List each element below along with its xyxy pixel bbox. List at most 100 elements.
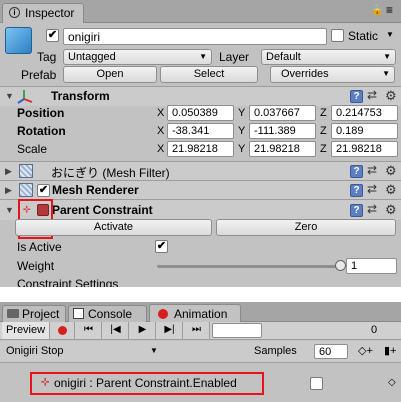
- tab-animation[interactable]: Animation: [149, 304, 241, 323]
- prefab-overrides-label: Overrides: [281, 68, 329, 80]
- play-icon: ▶: [138, 324, 147, 335]
- constraint-settings-label: Constraint Settings: [17, 277, 119, 287]
- add-keyframe-icon[interactable]: ◇+: [358, 344, 373, 357]
- prefab-open-button[interactable]: Open: [63, 66, 157, 83]
- prefab-overrides-dropdown[interactable]: Overrides ▼: [270, 66, 395, 83]
- active-checkbox[interactable]: ✔: [46, 29, 59, 42]
- tab-project-label: Project: [22, 307, 60, 321]
- first-frame-button[interactable]: ⏮: [76, 322, 102, 339]
- tab-project[interactable]: Project: [2, 305, 66, 322]
- preset-icon[interactable]: ⇄: [367, 163, 377, 177]
- rotation-z-axis: Z: [320, 125, 327, 137]
- rotation-x-field[interactable]: -38.341: [167, 123, 234, 139]
- mesh-renderer-icon: [19, 183, 33, 197]
- layer-dropdown[interactable]: Default ▼: [261, 49, 396, 65]
- tab-console[interactable]: Console: [68, 305, 147, 322]
- gear-icon[interactable]: ⚙: [385, 202, 397, 218]
- gear-icon[interactable]: ⚙: [385, 163, 397, 179]
- tag-dropdown[interactable]: Untagged ▼: [63, 49, 212, 65]
- preset-icon[interactable]: ⇄: [367, 88, 377, 102]
- is-active-label: Is Active: [17, 240, 62, 254]
- gameobject-cube-icon: [5, 27, 32, 54]
- rotation-label: Rotation: [17, 124, 66, 138]
- scale-z-field[interactable]: 21.98218: [331, 141, 398, 157]
- transform-axes-icon: [17, 90, 33, 104]
- preset-icon[interactable]: ⇄: [367, 202, 377, 216]
- fold-open-icon[interactable]: ▼: [5, 91, 14, 101]
- mesh-filter-header[interactable]: ▶ おにぎり (Mesh Filter) ? ⇄ ⚙: [0, 161, 401, 181]
- play-button[interactable]: ▶: [130, 322, 156, 339]
- menu-icon[interactable]: ≡: [386, 3, 393, 17]
- help-icon[interactable]: ?: [350, 90, 363, 103]
- animation-panel: Project Console Animation Preview ⏮ |◀ ▶…: [0, 302, 401, 402]
- console-icon: [73, 308, 84, 319]
- bottom-tab-bar: Project Console Animation: [0, 302, 401, 323]
- static-dropdown-icon[interactable]: ▼: [386, 30, 394, 39]
- scale-label: Scale: [17, 142, 48, 156]
- object-name-field[interactable]: onigiri: [63, 28, 327, 45]
- lock-icon[interactable]: 🔒: [371, 5, 383, 16]
- weight-slider-track[interactable]: [157, 265, 341, 268]
- position-z-field[interactable]: 0.214753: [331, 105, 398, 121]
- static-label: Static: [348, 29, 379, 43]
- help-icon[interactable]: ?: [350, 165, 363, 178]
- prefab-label: Prefab: [21, 68, 57, 82]
- help-icon[interactable]: ?: [350, 204, 363, 217]
- position-y-field[interactable]: 0.037667: [249, 105, 316, 121]
- clip-dropdown[interactable]: Onigiri Stop ▼: [2, 343, 164, 360]
- clip-name: Onigiri Stop: [6, 345, 64, 357]
- rotation-x-axis: X: [157, 125, 165, 137]
- mesh-filter-title: おにぎり (Mesh Filter): [51, 166, 170, 180]
- gear-icon[interactable]: ⚙: [385, 182, 397, 198]
- prefab-select-button[interactable]: Select: [160, 66, 258, 83]
- mesh-filter-icon: [19, 164, 33, 178]
- chevron-down-icon: ▼: [383, 52, 391, 61]
- preview-toggle[interactable]: Preview: [2, 322, 50, 339]
- next-frame-button[interactable]: ▶|: [157, 322, 183, 339]
- tab-animation-label: Animation: [174, 307, 228, 321]
- weight-field[interactable]: 1: [346, 258, 397, 274]
- scale-x-field[interactable]: 21.98218: [167, 141, 234, 157]
- zero-button[interactable]: Zero: [216, 219, 396, 236]
- rotation-z-field[interactable]: 0.189: [331, 123, 398, 139]
- position-z-axis: Z: [320, 107, 327, 119]
- activate-button[interactable]: Activate: [15, 219, 212, 236]
- fold-closed-icon[interactable]: ▶: [5, 185, 12, 196]
- weight-slider-thumb[interactable]: [335, 260, 346, 271]
- chevron-down-icon: ▼: [150, 346, 158, 355]
- layer-dropdown-value: Default: [266, 51, 301, 63]
- parent-constraint-title: Parent Constraint: [52, 203, 153, 217]
- mesh-renderer-header[interactable]: ▶ ✔ Mesh Renderer ? ⇄ ⚙: [0, 180, 401, 200]
- mesh-renderer-enabled-checkbox[interactable]: ✔: [37, 184, 50, 197]
- clip-row: Onigiri Stop ▼ Samples 60 ◇+ ▮+: [0, 341, 401, 363]
- property-value-checkbox[interactable]: [310, 377, 323, 390]
- fold-closed-icon[interactable]: ▶: [5, 166, 12, 177]
- fold-open-icon[interactable]: ▼: [5, 205, 14, 215]
- help-icon[interactable]: ?: [350, 184, 363, 197]
- chevron-down-icon: ▼: [382, 69, 390, 78]
- scale-y-field[interactable]: 21.98218: [249, 141, 316, 157]
- position-label: Position: [17, 106, 65, 120]
- gear-icon[interactable]: ⚙: [385, 88, 397, 104]
- is-active-checkbox[interactable]: ✔: [155, 240, 168, 253]
- transform-header[interactable]: ▼ Transform ? ⇄ ⚙: [0, 86, 401, 106]
- scale-x-axis: X: [157, 143, 165, 155]
- last-frame-icon: ⏭: [192, 324, 201, 335]
- add-event-icon[interactable]: ▮+: [384, 344, 396, 357]
- position-x-axis: X: [157, 107, 165, 119]
- position-x-field[interactable]: 0.050389: [167, 105, 234, 121]
- samples-field[interactable]: 60: [314, 344, 348, 359]
- last-frame-button[interactable]: ⏭: [184, 322, 210, 339]
- keyframe-diamond-icon[interactable]: ◇: [388, 377, 396, 388]
- preset-icon[interactable]: ⇄: [367, 182, 377, 196]
- prev-frame-button[interactable]: |◀: [103, 322, 129, 339]
- scale-z-axis: Z: [320, 143, 327, 155]
- rotation-y-field[interactable]: -111.389: [249, 123, 316, 139]
- record-button[interactable]: [51, 322, 75, 339]
- current-frame-field[interactable]: [212, 323, 262, 338]
- animated-property-label[interactable]: onigiri : Parent Constraint.Enabled: [54, 376, 237, 390]
- parent-constraint-header[interactable]: ▼ ⊹ Parent Constraint ? ⇄ ⚙: [0, 199, 401, 220]
- tag-dropdown-value: Untagged: [68, 51, 116, 63]
- tab-inspector[interactable]: i Inspector: [2, 3, 84, 23]
- static-checkbox[interactable]: [331, 29, 344, 42]
